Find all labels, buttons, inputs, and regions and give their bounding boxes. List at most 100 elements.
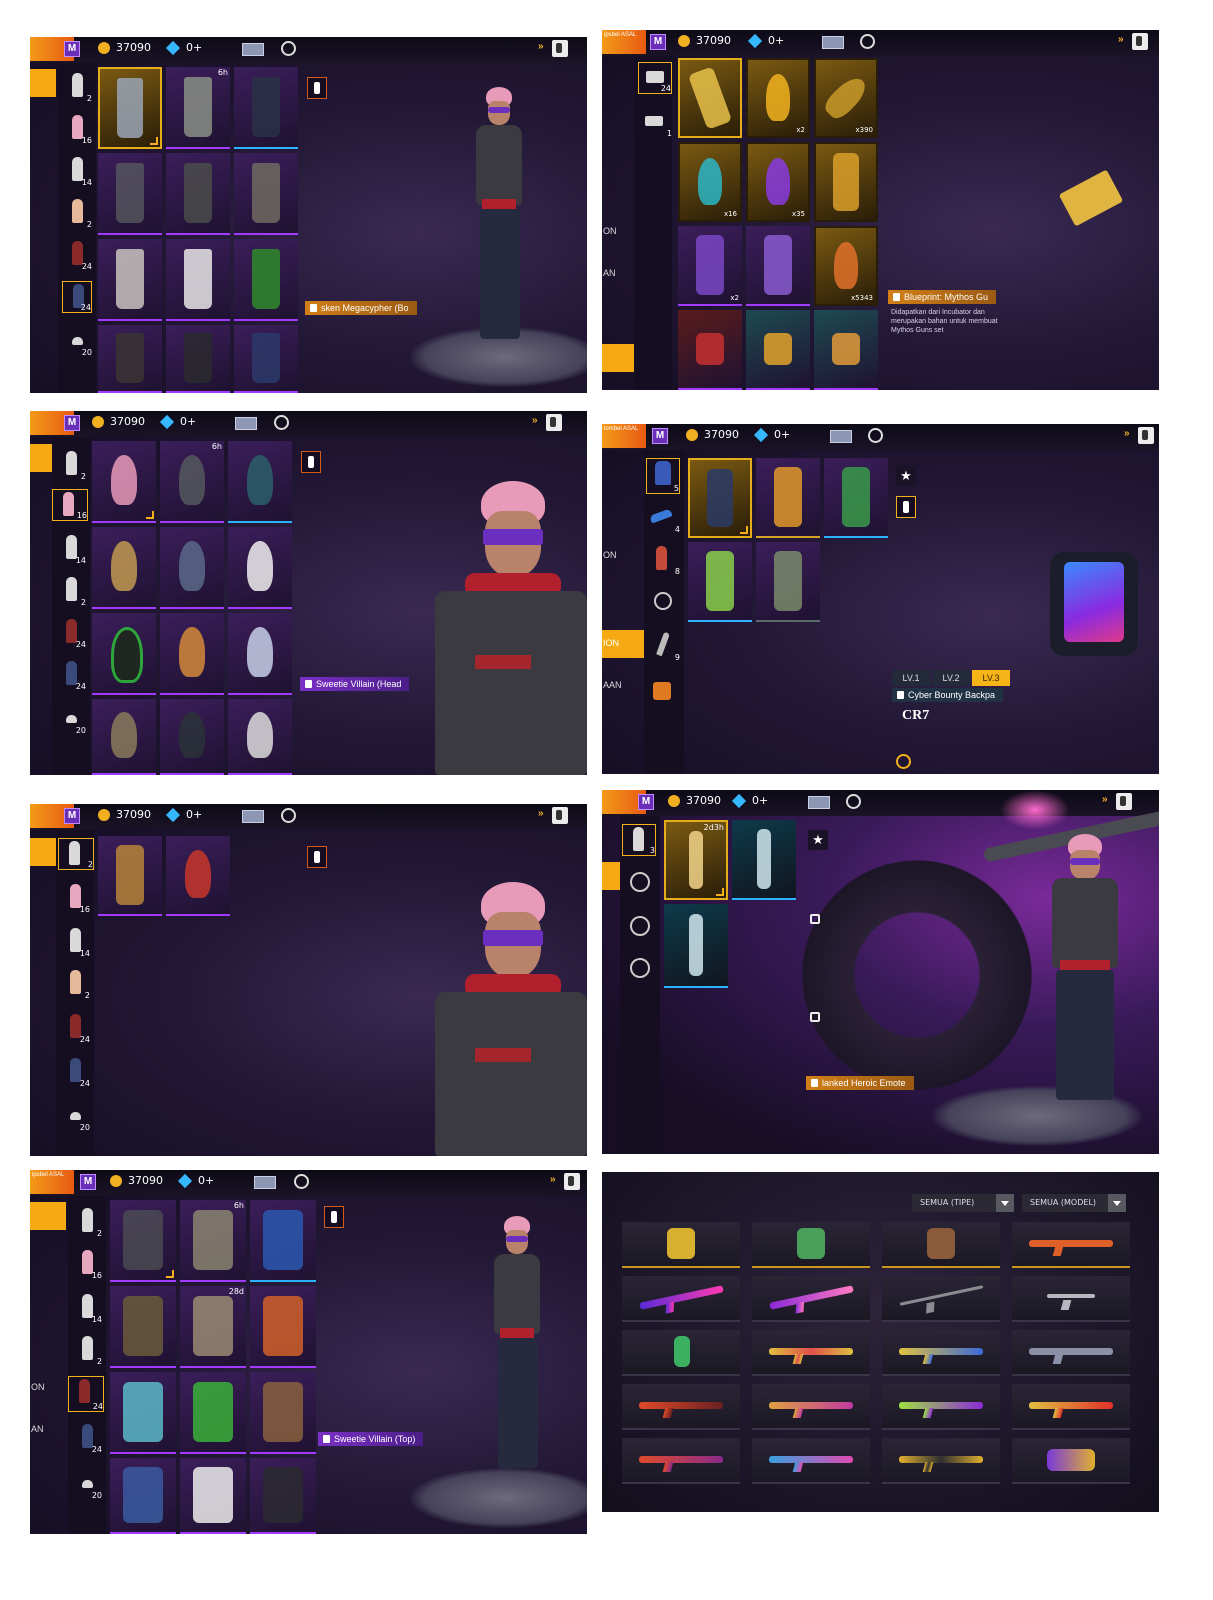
weapon-tile[interactable] bbox=[882, 1438, 1000, 1484]
ticket-icon[interactable] bbox=[830, 430, 852, 443]
weapon-tile[interactable] bbox=[1012, 1438, 1130, 1484]
rail-item-avatar[interactable] bbox=[646, 676, 680, 708]
rail-item-face[interactable]: 14 bbox=[72, 1292, 102, 1324]
rail-item-interaction[interactable] bbox=[622, 952, 656, 984]
item-tile[interactable] bbox=[732, 820, 796, 900]
weapon-tile[interactable] bbox=[882, 1384, 1000, 1430]
weapon-tile[interactable] bbox=[752, 1330, 870, 1376]
item-tile[interactable]: 28d bbox=[180, 1286, 246, 1368]
weapon-tile[interactable] bbox=[622, 1438, 740, 1484]
ticket-icon[interactable] bbox=[822, 36, 844, 49]
rail-item-skin[interactable]: 2 bbox=[56, 575, 86, 607]
weapon-tile[interactable] bbox=[622, 1222, 740, 1268]
item-tile[interactable] bbox=[98, 67, 162, 149]
rail-item-shoes[interactable]: 20 bbox=[72, 1468, 102, 1500]
rail-item-head[interactable]: 16 bbox=[62, 113, 92, 145]
item-tile[interactable]: 6h bbox=[160, 441, 224, 523]
item-tile[interactable] bbox=[92, 613, 156, 695]
item-tile[interactable] bbox=[234, 153, 298, 235]
rail-item-emote[interactable]: 3 bbox=[622, 824, 656, 856]
item-tile[interactable] bbox=[98, 153, 162, 235]
back-arrow-icon[interactable] bbox=[552, 40, 568, 57]
category-edge-text[interactable]: ON bbox=[31, 1382, 45, 1392]
double-chevron-icon[interactable]: » bbox=[1124, 428, 1130, 439]
ticket-icon[interactable] bbox=[242, 810, 264, 823]
level-tab[interactable]: LV.2 bbox=[932, 670, 970, 686]
item-tile[interactable] bbox=[746, 310, 810, 390]
level-tab-active[interactable]: LV.3 bbox=[972, 670, 1010, 686]
weapon-tile[interactable] bbox=[752, 1384, 870, 1430]
rail-item-mask[interactable]: 2 bbox=[62, 71, 92, 103]
item-tile[interactable] bbox=[234, 239, 298, 321]
back-arrow-icon[interactable] bbox=[1138, 427, 1154, 444]
rail-item-mask[interactable]: 2 bbox=[58, 838, 94, 870]
back-arrow-icon[interactable] bbox=[1132, 33, 1148, 50]
item-tile[interactable]: 6h bbox=[166, 67, 230, 149]
category-tab-active[interactable] bbox=[30, 838, 56, 866]
gear-icon[interactable] bbox=[860, 34, 875, 49]
rail-item-bottom[interactable]: 24 bbox=[62, 281, 92, 313]
item-tile[interactable] bbox=[110, 1458, 176, 1534]
rail-item-parachute[interactable]: 9 bbox=[646, 630, 680, 662]
gear-icon[interactable] bbox=[294, 1174, 309, 1189]
ticket-icon[interactable] bbox=[808, 796, 830, 809]
item-tile[interactable] bbox=[98, 239, 162, 321]
rail-item-backpack[interactable]: 5 bbox=[646, 458, 680, 494]
rail-item-skin[interactable]: 2 bbox=[62, 197, 92, 229]
equipped-item-label[interactable]: Sweetie Villain (Top) bbox=[318, 1432, 424, 1446]
item-tile[interactable] bbox=[92, 699, 156, 775]
item-tile[interactable] bbox=[746, 226, 810, 306]
weapon-tile[interactable] bbox=[1012, 1276, 1130, 1322]
rail-item-shoes[interactable]: 20 bbox=[62, 325, 92, 357]
item-tile[interactable] bbox=[756, 458, 820, 538]
category-edge-text[interactable]: AAN bbox=[603, 680, 622, 690]
item-tile[interactable] bbox=[234, 67, 298, 149]
item-tile[interactable] bbox=[180, 1372, 246, 1454]
rail-item-face[interactable]: 14 bbox=[62, 155, 92, 187]
item-tile[interactable] bbox=[98, 836, 162, 916]
item-tile[interactable] bbox=[228, 699, 292, 775]
ticket-icon[interactable] bbox=[254, 1176, 276, 1189]
category-tab-active[interactable] bbox=[30, 1202, 66, 1230]
item-tile[interactable] bbox=[98, 325, 162, 393]
item-tile[interactable] bbox=[228, 613, 292, 695]
event-corner[interactable]: ipsbel ASAL bbox=[30, 1170, 74, 1194]
item-tile[interactable] bbox=[688, 542, 752, 622]
double-chevron-icon[interactable]: » bbox=[538, 41, 544, 52]
rail-item-head[interactable]: 16 bbox=[60, 882, 90, 914]
item-tile[interactable] bbox=[160, 699, 224, 775]
mannequin-toggle-button[interactable] bbox=[307, 77, 327, 99]
item-tile[interactable] bbox=[756, 542, 820, 622]
item-tile[interactable] bbox=[250, 1286, 316, 1368]
gear-icon[interactable] bbox=[846, 794, 861, 809]
item-tile[interactable]: 2d3h bbox=[664, 820, 728, 900]
item-tile[interactable] bbox=[234, 325, 298, 393]
emote-slot-label[interactable]: lanked Heroic Emote bbox=[806, 1076, 914, 1090]
rail-item-skin[interactable]: 2 bbox=[72, 1334, 102, 1366]
rail-item-cards[interactable]: 1 bbox=[638, 106, 672, 138]
double-chevron-icon[interactable]: » bbox=[538, 808, 544, 819]
rail-item-mask[interactable]: 2 bbox=[72, 1206, 102, 1238]
mannequin-toggle-button[interactable] bbox=[301, 451, 321, 473]
item-tile[interactable] bbox=[92, 441, 156, 523]
rail-item-top[interactable]: 24 bbox=[62, 239, 92, 271]
guild-badge-icon[interactable]: M bbox=[638, 794, 654, 810]
weapon-tile[interactable] bbox=[622, 1384, 740, 1430]
guild-badge-icon[interactable]: M bbox=[64, 415, 80, 431]
item-tile[interactable] bbox=[110, 1372, 176, 1454]
chevron-down-icon[interactable] bbox=[996, 1194, 1014, 1212]
item-tile[interactable] bbox=[166, 153, 230, 235]
category-tab-active[interactable] bbox=[30, 69, 56, 97]
guild-badge-icon[interactable]: M bbox=[650, 34, 666, 50]
mannequin-toggle-button[interactable] bbox=[896, 496, 916, 518]
weapon-tile[interactable] bbox=[882, 1330, 1000, 1376]
model-filter-dropdown[interactable]: SEMUA (MODEL) bbox=[1022, 1194, 1122, 1212]
weapon-tile[interactable] bbox=[752, 1276, 870, 1322]
emote-wheel[interactable] bbox=[802, 860, 1042, 1090]
item-tile[interactable] bbox=[166, 836, 230, 916]
diamond-counter[interactable]: 0+ bbox=[159, 414, 196, 429]
rail-item-top[interactable]: 24 bbox=[68, 1376, 104, 1412]
rail-item-face[interactable]: 14 bbox=[60, 926, 90, 958]
gear-icon[interactable] bbox=[281, 41, 296, 56]
weapon-tile[interactable] bbox=[1012, 1222, 1130, 1268]
